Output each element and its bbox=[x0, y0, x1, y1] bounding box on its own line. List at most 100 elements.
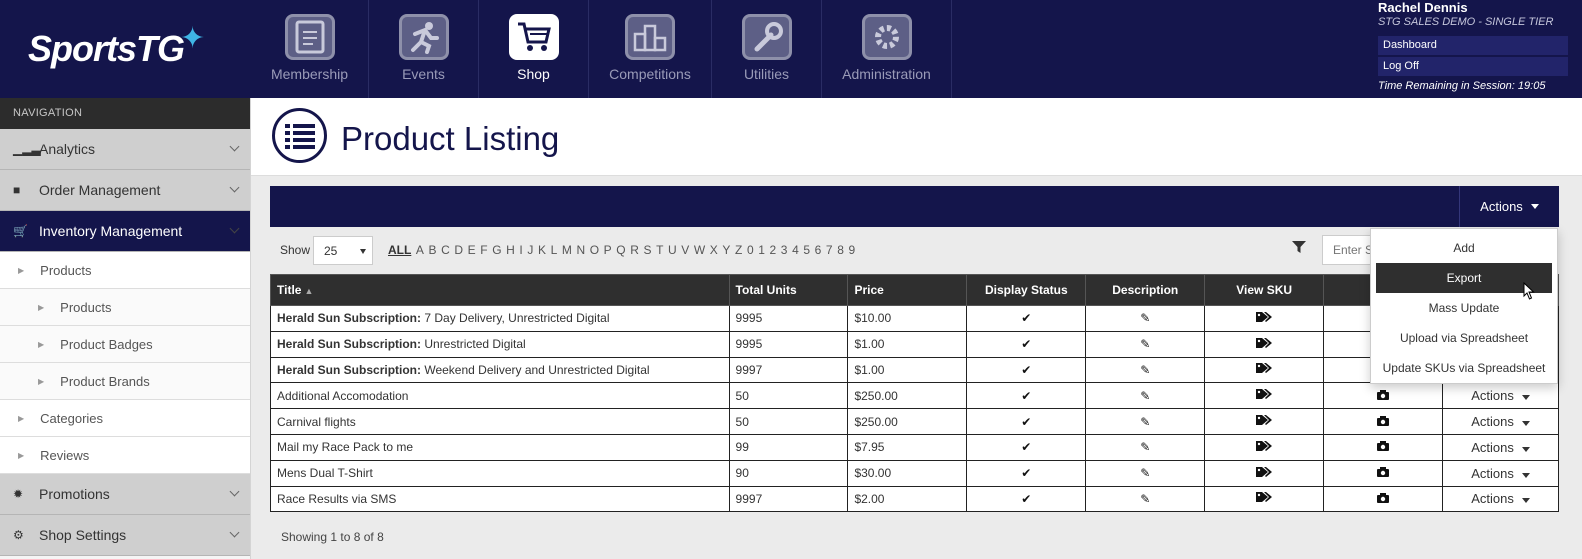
sidebar-item-shop-settings[interactable]: ⚙ Shop Settings bbox=[0, 515, 250, 556]
alphabet-letter[interactable]: P bbox=[604, 243, 612, 257]
checkmark-icon[interactable]: ✔ bbox=[1021, 363, 1031, 377]
alphabet-letter[interactable]: I bbox=[519, 243, 522, 257]
alphabet-letter[interactable]: V bbox=[681, 243, 689, 257]
alphabet-letter[interactable]: 6 bbox=[815, 243, 822, 257]
tags-icon[interactable] bbox=[1256, 388, 1273, 400]
cell-description[interactable]: ✎ bbox=[1085, 485, 1206, 513]
camera-icon[interactable] bbox=[1377, 492, 1390, 503]
cell-view-sku[interactable] bbox=[1204, 408, 1325, 435]
alphabet-letter[interactable]: M bbox=[562, 243, 572, 257]
cell-title[interactable]: Herald Sun Subscription: Weekend Deliver… bbox=[270, 356, 730, 384]
alphabet-letter[interactable]: F bbox=[480, 243, 487, 257]
alphabet-letter[interactable]: Y bbox=[722, 243, 730, 257]
sidebar-item-order-management[interactable]: ■ Order Management bbox=[0, 170, 250, 211]
alphabet-letter[interactable]: W bbox=[694, 243, 705, 257]
cell-display-status[interactable]: ✔ bbox=[966, 485, 1087, 513]
cell-title[interactable]: Herald Sun Subscription: Unrestricted Di… bbox=[270, 330, 730, 358]
tags-icon[interactable] bbox=[1256, 491, 1273, 503]
page-size-select[interactable]: 25 bbox=[313, 236, 373, 265]
alphabet-letter[interactable]: G bbox=[492, 243, 501, 257]
row-actions-button[interactable]: Actions bbox=[1471, 388, 1530, 403]
module-competitions[interactable]: Competitions bbox=[589, 0, 712, 98]
cell-edit[interactable] bbox=[1323, 459, 1444, 487]
sidebar-subitem-reviews[interactable]: ▶ Reviews bbox=[0, 437, 250, 474]
pencil-icon[interactable]: ✎ bbox=[1140, 440, 1150, 454]
checkmark-icon[interactable]: ✔ bbox=[1021, 337, 1031, 351]
alphabet-letter[interactable]: A bbox=[416, 243, 424, 257]
pencil-icon[interactable]: ✎ bbox=[1140, 337, 1150, 351]
alphabet-letter[interactable]: 8 bbox=[837, 243, 844, 257]
cell-edit[interactable] bbox=[1323, 382, 1444, 410]
cell-title[interactable]: Carnival flights bbox=[270, 408, 730, 435]
cell-actions[interactable]: Actions bbox=[1442, 408, 1559, 435]
row-actions-button[interactable]: Actions bbox=[1471, 491, 1530, 506]
tags-icon[interactable] bbox=[1256, 311, 1273, 323]
checkmark-icon[interactable]: ✔ bbox=[1021, 311, 1031, 325]
cell-view-sku[interactable] bbox=[1204, 305, 1325, 332]
checkmark-icon[interactable]: ✔ bbox=[1021, 440, 1031, 454]
alphabet-letter[interactable]: L bbox=[551, 243, 558, 257]
column-header-price[interactable]: Price bbox=[847, 274, 968, 306]
table-row[interactable]: Mail my Race Pack to me 99 $7.95 ✔ ✎ Actions bbox=[270, 433, 1559, 461]
table-row[interactable]: Additional Accomodation 50 $250.00 ✔ ✎ Action… bbox=[270, 382, 1559, 410]
cell-description[interactable]: ✎ bbox=[1085, 459, 1206, 487]
column-header-title[interactable]: Title ▲ bbox=[270, 274, 730, 306]
sidebar-subitem-products[interactable]: ▶ Products bbox=[0, 289, 250, 326]
sidebar-item-inventory-management[interactable]: 🛒 Inventory Management bbox=[0, 211, 250, 252]
alphabet-letter[interactable]: C bbox=[441, 243, 450, 257]
alphabet-letter[interactable]: 9 bbox=[848, 243, 855, 257]
pencil-icon[interactable]: ✎ bbox=[1140, 389, 1150, 403]
checkmark-icon[interactable]: ✔ bbox=[1021, 415, 1031, 429]
tags-icon[interactable] bbox=[1256, 362, 1273, 374]
pencil-icon[interactable]: ✎ bbox=[1140, 363, 1150, 377]
alphabet-letter[interactable]: K bbox=[538, 243, 546, 257]
cell-actions[interactable]: Actions bbox=[1442, 485, 1559, 513]
alphabet-letter[interactable]: 4 bbox=[792, 243, 799, 257]
alphabet-letter[interactable]: D bbox=[454, 243, 463, 257]
dropdown-item-update-skus-via-spreadsheet[interactable]: Update SKUs via Spreadsheet bbox=[1371, 353, 1557, 383]
row-actions-button[interactable]: Actions bbox=[1471, 466, 1530, 481]
sidebar-subitem-categories[interactable]: ▶ Categories bbox=[0, 400, 250, 437]
cell-description[interactable]: ✎ bbox=[1085, 433, 1206, 461]
cell-edit[interactable] bbox=[1323, 408, 1444, 435]
pencil-icon[interactable]: ✎ bbox=[1140, 415, 1150, 429]
table-row[interactable]: Herald Sun Subscription: 7 Day Delivery,… bbox=[270, 305, 1559, 332]
alphabet-letter[interactable]: 0 bbox=[747, 243, 754, 257]
alphabet-letter[interactable]: S bbox=[643, 243, 651, 257]
cell-description[interactable]: ✎ bbox=[1085, 356, 1206, 384]
table-row[interactable]: Race Results via SMS 9997 $2.00 ✔ ✎ Actions bbox=[270, 485, 1559, 513]
alphabet-letter[interactable]: 7 bbox=[826, 243, 833, 257]
cell-description[interactable]: ✎ bbox=[1085, 330, 1206, 358]
cell-view-sku[interactable] bbox=[1204, 330, 1325, 358]
pencil-icon[interactable]: ✎ bbox=[1140, 311, 1150, 325]
module-administration[interactable]: Administration bbox=[822, 0, 952, 98]
cell-display-status[interactable]: ✔ bbox=[966, 356, 1087, 384]
column-header-total-units[interactable]: Total Units bbox=[728, 274, 849, 306]
cell-display-status[interactable]: ✔ bbox=[966, 433, 1087, 461]
cell-title[interactable]: Additional Accomodation bbox=[270, 382, 730, 410]
checkmark-icon[interactable]: ✔ bbox=[1021, 466, 1031, 480]
column-header-view-sku[interactable]: View SKU bbox=[1204, 274, 1325, 306]
table-row[interactable]: Mens Dual T-Shirt 90 $30.00 ✔ ✎ Actions bbox=[270, 459, 1559, 487]
cell-title[interactable]: Mail my Race Pack to me bbox=[270, 433, 730, 461]
dropdown-item-upload-via-spreadsheet[interactable]: Upload via Spreadsheet bbox=[1371, 323, 1557, 353]
row-actions-button[interactable]: Actions bbox=[1471, 414, 1530, 429]
pencil-icon[interactable]: ✎ bbox=[1140, 466, 1150, 480]
cell-title[interactable]: Herald Sun Subscription: 7 Day Delivery,… bbox=[270, 305, 730, 332]
cell-description[interactable]: ✎ bbox=[1085, 305, 1206, 332]
table-row[interactable]: Carnival flights 50 $250.00 ✔ ✎ Actions bbox=[270, 408, 1559, 435]
alphabet-letter[interactable]: B bbox=[429, 243, 437, 257]
camera-icon[interactable] bbox=[1377, 467, 1390, 478]
alphabet-letter[interactable]: H bbox=[506, 243, 515, 257]
table-row[interactable]: Herald Sun Subscription: Weekend Deliver… bbox=[270, 356, 1559, 384]
alphabet-letter[interactable]: Z bbox=[735, 243, 742, 257]
alphabet-letter[interactable]: R bbox=[630, 243, 639, 257]
cell-display-status[interactable]: ✔ bbox=[966, 459, 1087, 487]
alphabet-letter[interactable]: J bbox=[527, 243, 533, 257]
camera-icon[interactable] bbox=[1377, 441, 1390, 452]
alphabet-letter[interactable]: 3 bbox=[781, 243, 788, 257]
table-row[interactable]: Herald Sun Subscription: Unrestricted Di… bbox=[270, 330, 1559, 358]
cell-title[interactable]: Race Results via SMS bbox=[270, 485, 730, 513]
cell-view-sku[interactable] bbox=[1204, 433, 1325, 461]
alphabet-letter[interactable]: ALL bbox=[388, 243, 411, 257]
